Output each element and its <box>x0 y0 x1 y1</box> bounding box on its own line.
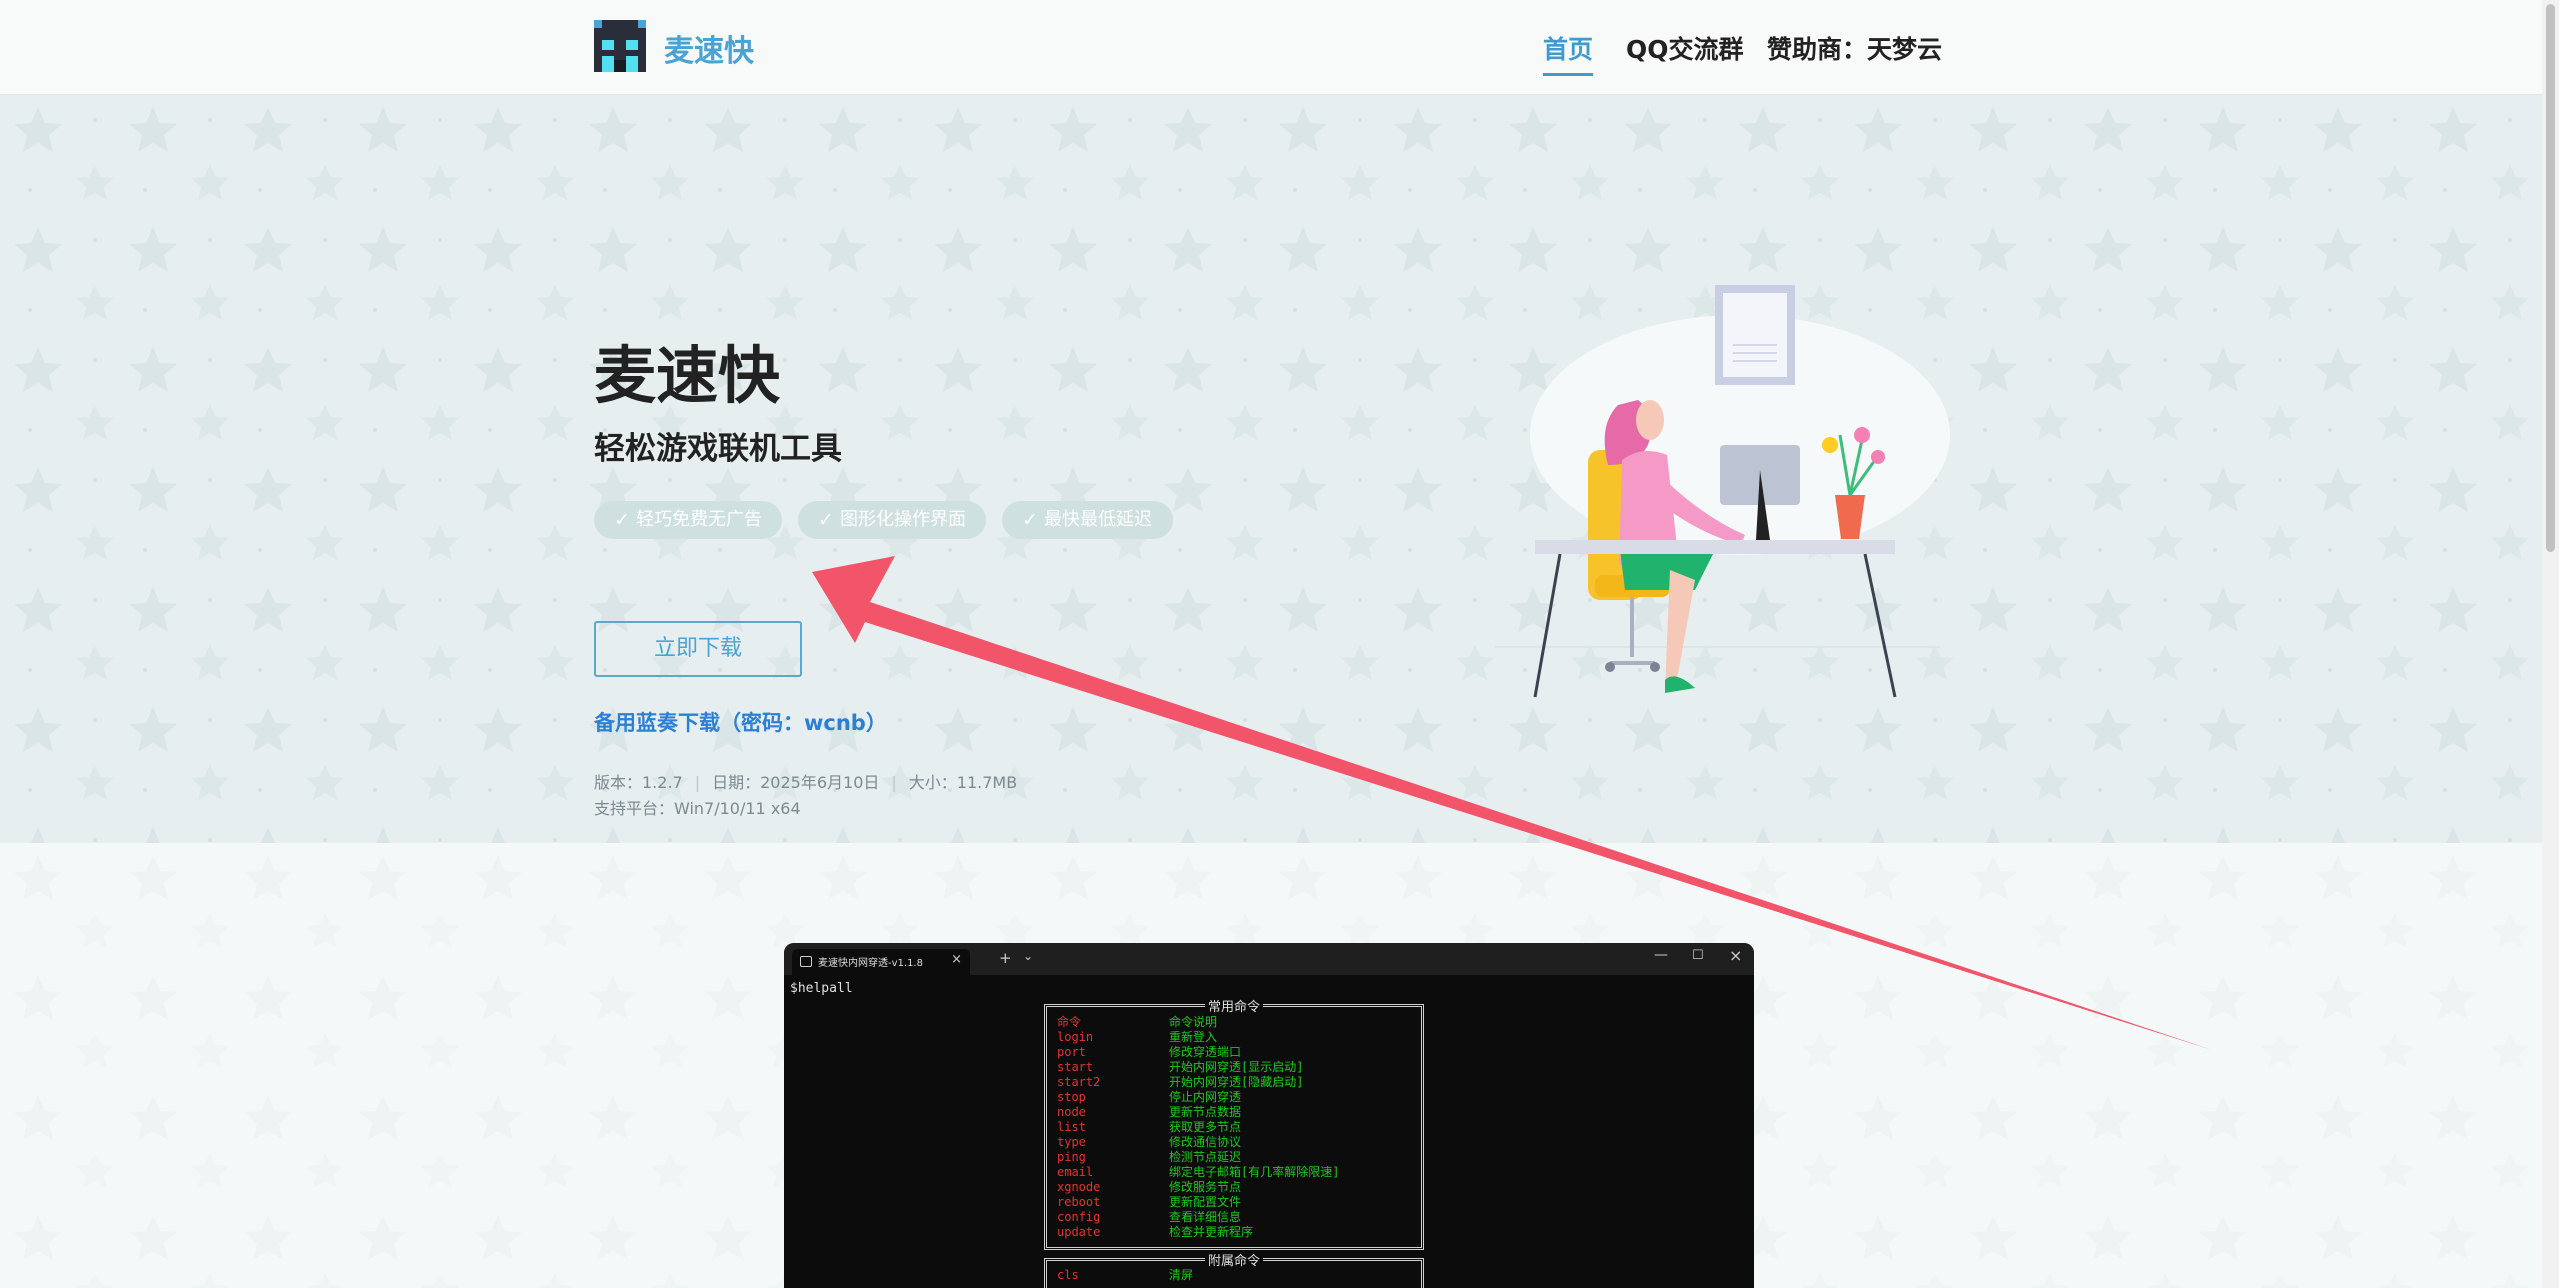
command-name: start <box>1057 1060 1094 1074</box>
terminal-tab-title: 麦速快内网穿透-v1.1.8 <box>818 958 923 969</box>
command-description: 命令说明 <box>1169 1015 1218 1029</box>
terminal-tab: 麦速快内网穿透-v1.1.8 × <box>792 949 970 975</box>
command-description: 修改服务节点 <box>1169 1180 1242 1194</box>
nav-sponsor-link[interactable]: 赞助商：天梦云 <box>1767 30 1942 66</box>
command-row: reboot 更新配置文件 <box>1057 1195 1417 1210</box>
command-description: 重新登入 <box>1169 1030 1218 1044</box>
command-row: 命令 命令说明 <box>1057 1015 1417 1030</box>
command-row: login 重新登入 <box>1057 1030 1417 1045</box>
scrollbar-thumb[interactable] <box>2546 4 2555 552</box>
plus-icon: + <box>999 949 1012 967</box>
command-name: config <box>1057 1210 1101 1224</box>
command-name: reboot <box>1057 1195 1101 1209</box>
command-row: list 获取更多节点 <box>1057 1120 1417 1135</box>
maximize-icon: ☐ <box>1692 948 1704 963</box>
command-row: start 开始内网穿透[显示启动] <box>1057 1060 1417 1075</box>
backup-download-link[interactable]: 备用蓝奏下载（密码：wcnb） <box>594 707 887 737</box>
close-icon: × <box>1729 946 1743 965</box>
nav-home-link[interactable]: 首页 <box>1543 30 1594 76</box>
page-scrollbar[interactable] <box>2542 0 2559 1288</box>
close-icon: × <box>951 952 962 967</box>
hero-section: 麦速快 轻松游戏联机工具 ✓ 轻巧免费无广告 ✓ 图形化操作界面 ✓ 最快最低延… <box>0 95 2542 843</box>
command-description: 检测节点延迟 <box>1169 1150 1242 1164</box>
feature-tag: ✓ 图形化操作界面 <box>798 501 986 539</box>
command-name: type <box>1057 1135 1086 1149</box>
command-description: 停止内网穿透 <box>1169 1090 1242 1104</box>
command-name: 命令 <box>1057 1015 1082 1029</box>
command-name: node <box>1057 1105 1086 1119</box>
command-name: email <box>1057 1165 1094 1179</box>
hero-illustration <box>1495 285 1950 698</box>
command-list: 命令 命令说明 login 重新登入 port 修改穿透端口 start 开始内网穿透[显示启… <box>1057 1015 1417 1240</box>
command-name: list <box>1057 1120 1086 1134</box>
command-row: cls 清屏 <box>1057 1268 1417 1283</box>
command-row: type 修改通信协议 <box>1057 1135 1417 1150</box>
command-description: 修改穿透端口 <box>1169 1045 1242 1059</box>
command-description: 检查并更新程序 <box>1169 1225 1254 1239</box>
command-row: update 检查并更新程序 <box>1057 1225 1417 1240</box>
command-list: cls 清屏 <box>1057 1268 1417 1283</box>
box-title: 附属命令 <box>1204 1254 1263 1269</box>
box-title: 常用命令 <box>1204 1000 1263 1015</box>
command-row: xgnode 修改服务节点 <box>1057 1180 1417 1195</box>
command-name: login <box>1057 1030 1094 1044</box>
brand-name[interactable]: 麦速快 <box>664 26 754 70</box>
command-row: ping 检测节点延迟 <box>1057 1150 1417 1165</box>
command-description: 清屏 <box>1169 1268 1194 1282</box>
command-row: email 绑定电子邮箱[有几率解除限速] <box>1057 1165 1417 1180</box>
extra-commands-box: 附属命令 cls 清屏 <box>1044 1254 1424 1288</box>
command-name: cls <box>1057 1268 1079 1282</box>
command-name: start2 <box>1057 1075 1101 1089</box>
feature-tag-label: 图形化操作界面 <box>840 509 966 530</box>
top-navigation-bar: 麦速快 首页 QQ交流群 赞助商：天梦云 <box>0 0 2542 95</box>
hero-subtitle: 轻松游戏联机工具 <box>594 431 842 467</box>
command-row: port 修改穿透端口 <box>1057 1045 1417 1060</box>
download-now-button[interactable]: 立即下载 <box>594 621 802 677</box>
command-row: config 查看详细信息 <box>1057 1210 1417 1225</box>
common-commands-box: 常用命令 命令 命令说明 login 重新登入 port 修改穿透端口 start 开始内网穿… <box>1044 1000 1424 1250</box>
feature-tag: ✓ 最快最低延迟 <box>1002 501 1173 539</box>
platform-text: 支持平台：Win7/10/11 x64 <box>594 799 801 818</box>
file-size-text: 大小：11.7MB <box>908 773 1018 792</box>
command-description: 获取更多节点 <box>1169 1120 1242 1134</box>
command-description: 开始内网穿透[隐藏启动] <box>1169 1075 1304 1089</box>
feature-tag: ✓ 轻巧免费无广告 <box>594 501 782 539</box>
check-icon: ✓ <box>818 509 834 531</box>
release-info: 版本：1.2.7 | 日期：2025年6月10日 | 大小：11.7MB <box>594 773 1018 792</box>
feature-tag-label: 轻巧免费无广告 <box>636 509 762 530</box>
brand-logo-icon[interactable] <box>594 20 646 72</box>
hero-title: 麦速快 <box>594 339 781 412</box>
command-name: stop <box>1057 1090 1086 1104</box>
command-row: stop 停止内网穿透 <box>1057 1090 1417 1105</box>
check-icon: ✓ <box>1022 509 1038 531</box>
command-name: update <box>1057 1225 1101 1239</box>
nav-qq-group-link[interactable]: QQ交流群 <box>1626 30 1744 66</box>
terminal-icon <box>800 956 812 967</box>
version-text: 版本：1.2.7 <box>594 773 683 792</box>
chevron-down-icon: ⌄ <box>1023 949 1034 963</box>
command-description: 绑定电子邮箱[有几率解除限速] <box>1169 1165 1340 1179</box>
command-description: 查看详细信息 <box>1169 1210 1242 1224</box>
command-description: 更新配置文件 <box>1169 1195 1242 1209</box>
feature-tag-label: 最快最低延迟 <box>1044 509 1152 530</box>
command-description: 更新节点数据 <box>1169 1105 1242 1119</box>
terminal-screenshot: 麦速快内网穿透-v1.1.8 × + ⌄ — ☐ × $helpall 常用命令… <box>784 943 1754 1288</box>
command-description: 开始内网穿透[显示启动] <box>1169 1060 1304 1074</box>
star-pattern-background <box>0 95 2542 843</box>
command-description: 修改通信协议 <box>1169 1135 1242 1149</box>
command-name: port <box>1057 1045 1086 1059</box>
minimize-icon: — <box>1654 947 1668 963</box>
command-row: start2 开始内网穿透[隐藏启动] <box>1057 1075 1417 1090</box>
terminal-titlebar: 麦速快内网穿透-v1.1.8 × + ⌄ — ☐ × <box>784 943 1754 975</box>
terminal-prompt: $helpall <box>790 981 853 996</box>
release-date-text: 日期：2025年6月10日 <box>712 773 880 792</box>
command-name: xgnode <box>1057 1180 1101 1194</box>
command-name: ping <box>1057 1150 1086 1164</box>
check-icon: ✓ <box>614 509 630 531</box>
command-row: node 更新节点数据 <box>1057 1105 1417 1120</box>
